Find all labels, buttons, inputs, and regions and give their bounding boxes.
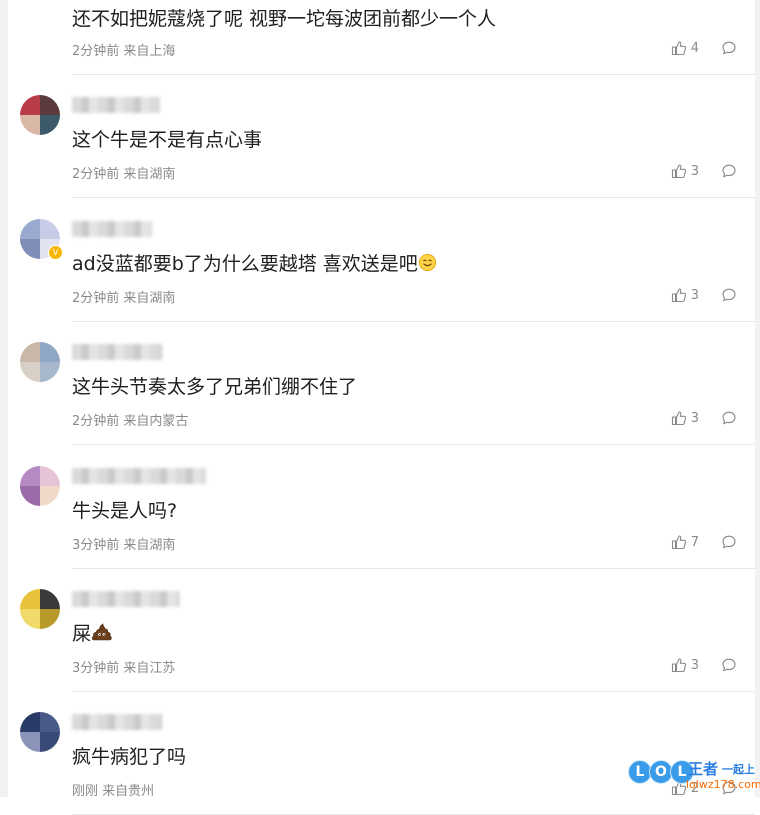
comment-text: ad没蓝都要b了为什么要越塔 喜欢送是吧 [72,249,437,277]
like-count: 3 [690,287,699,303]
comment-item: Vad没蓝都要b了为什么要越塔 喜欢送是吧 2分钟前 来自湖南 3 [8,199,755,322]
avatar[interactable] [20,712,60,752]
comment-actions: 4 [671,39,737,57]
comment-location: 来自湖南 [123,538,176,553]
comment-body: ad没蓝都要b了为什么要越塔 喜欢送是吧 [72,253,418,275]
comment-text: 这牛头节奏太多了兄弟们绷不住了 [72,372,357,399]
divider [72,444,755,445]
comment-item: 牛头是人吗? 3分钟前 来自湖南 7 [8,446,755,569]
username-blurred[interactable] [72,221,152,237]
comment-item: 这牛头节奏太多了兄弟们绷不住了 2分钟前 来自内蒙古 3 [8,322,755,445]
divider [72,197,755,198]
comment-location: 来自湖南 [123,291,176,306]
like-icon[interactable] [671,287,687,303]
comment-location: 来自江苏 [123,661,176,676]
watermark-url: lolwz178.com [686,778,760,791]
like-icon[interactable] [671,657,687,673]
username-blurred[interactable] [72,591,180,607]
right-gutter [755,0,760,797]
comment-actions: 3 [671,656,737,674]
watermark-slogan: 一起上 [722,763,755,776]
comment-text: 还不如把妮蔻烧了呢 视野一坨每波团前都少一个人 [72,4,496,31]
comment-body: 牛头是人吗? [72,500,178,522]
comment-meta: 3分钟前 来自湖南 [72,534,175,553]
username-blurred[interactable] [72,97,160,113]
like-icon[interactable] [671,534,687,550]
avatar[interactable] [20,95,60,135]
comment-body: 屎 [72,623,92,645]
reply-icon[interactable] [721,163,737,179]
comment-meta: 刚刚 来自贵州 [72,780,154,799]
username-blurred[interactable] [72,468,206,484]
comment-actions: 7 [671,533,737,551]
comment-actions: 3 [671,162,737,180]
like-count: 4 [690,40,699,56]
comment-list: 还不如把妮蔻烧了呢 视野一坨每波团前都少一个人 2分钟前 来自上海 4 这个牛是不是有… [8,0,755,815]
comment-meta: 2分钟前 来自湖南 [72,163,175,182]
like-count: 3 [690,657,699,673]
comment-time: 2分钟前 [72,291,120,306]
reply-icon[interactable] [721,410,737,426]
reply-icon[interactable] [721,287,737,303]
comment-location: 来自上海 [123,44,176,59]
username-blurred[interactable] [72,714,162,730]
left-gutter [0,0,8,797]
comment-body: 疯牛病犯了吗 [72,746,187,768]
comment-location: 来自湖南 [123,167,176,182]
like-count: 3 [690,410,699,426]
poop-emoji-icon [91,622,113,647]
comment-body: 这牛头节奏太多了兄弟们绷不住了 [72,376,358,398]
comment-time: 2分钟前 [72,44,120,59]
comment-meta: 3分钟前 来自江苏 [72,657,175,676]
watermark-brand: 王者 [688,760,719,778]
comment-location: 来自内蒙古 [123,414,189,429]
smile-emoji-icon [418,253,437,277]
comment-meta: 2分钟前 来自湖南 [72,287,175,306]
like-icon[interactable] [671,40,687,56]
reply-icon[interactable] [721,657,737,673]
verified-badge-icon: V [48,245,63,260]
avatar[interactable] [20,342,60,382]
comment-text: 屎 [72,619,113,647]
comment-item: 屎 3分钟前 来自江苏 3 [8,569,755,692]
comment-item: 这个牛是不是有点心事 2分钟前 来自湖南 3 [8,75,755,198]
comment-text: 这个牛是不是有点心事 [72,125,262,152]
like-count: 7 [690,534,699,550]
comment-time: 2分钟前 [72,167,120,182]
comment-text: 疯牛病犯了吗 [72,742,186,769]
avatar[interactable] [20,466,60,506]
comment-item: 还不如把妮蔻烧了呢 视野一坨每波团前都少一个人 2分钟前 来自上海 4 [8,0,755,75]
lol-logo: L O L [628,760,694,784]
site-watermark: L O L 王者 一起上 lolwz178.com [628,756,760,796]
comment-body: 这个牛是不是有点心事 [72,129,263,151]
comment-actions: 3 [671,286,737,304]
reply-icon[interactable] [721,534,737,550]
comment-actions: 3 [671,409,737,427]
comment-time: 2分钟前 [72,414,120,429]
reply-icon[interactable] [721,40,737,56]
comment-meta: 2分钟前 来自内蒙古 [72,410,188,429]
comment-meta: 2分钟前 来自上海 [72,40,175,59]
comment-time: 3分钟前 [72,538,120,553]
username-blurred[interactable] [72,344,162,360]
like-count: 3 [690,163,699,179]
comment-body: 还不如把妮蔻烧了呢 视野一坨每波团前都少一个人 [72,8,497,30]
like-icon[interactable] [671,163,687,179]
like-icon[interactable] [671,410,687,426]
comment-time: 3分钟前 [72,661,120,676]
comment-text: 牛头是人吗? [72,496,177,523]
avatar[interactable] [20,589,60,629]
